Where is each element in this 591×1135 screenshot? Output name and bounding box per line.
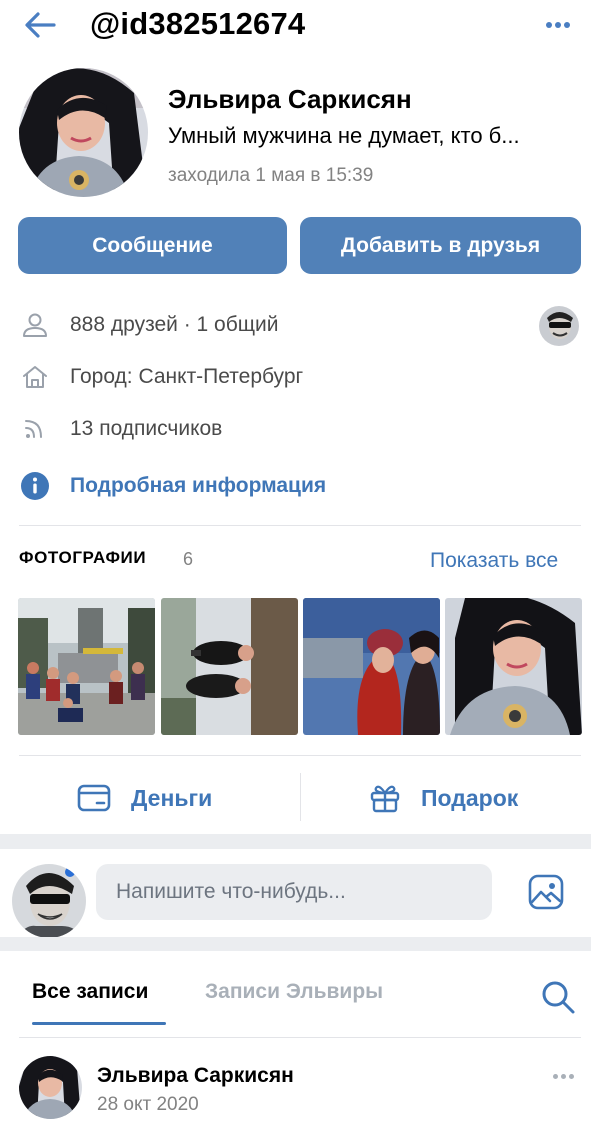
active-tab-indicator <box>32 1022 166 1025</box>
tab-all-posts[interactable]: Все записи <box>32 980 148 1004</box>
photo-thumbnail[interactable] <box>161 598 298 735</box>
section-gap <box>0 937 591 951</box>
section-gap <box>0 834 591 849</box>
wallet-icon <box>77 784 111 812</box>
page-title: @id382512674 <box>90 6 306 41</box>
search-icon <box>542 981 575 1014</box>
photos-count: 6 <box>183 549 194 569</box>
post-author-avatar[interactable] <box>19 1056 82 1119</box>
own-avatar[interactable] <box>12 864 86 938</box>
last-seen: заходила 1 мая в 15:39 <box>168 165 374 186</box>
details-row[interactable]: Подробная информация <box>18 466 326 506</box>
arrow-left-icon <box>25 12 56 38</box>
profile-name: Эльвира Саркисян <box>168 84 412 114</box>
friends-row[interactable]: 888 друзей · 1 общий <box>18 305 279 345</box>
gift-label: Подарок <box>421 784 519 811</box>
more-horizontal-icon <box>546 22 552 28</box>
profile-photo <box>19 68 148 197</box>
friends-count: 888 друзей · 1 общий <box>70 313 279 336</box>
message-button[interactable]: Сообщение <box>18 217 287 274</box>
divider <box>300 773 301 821</box>
back-button[interactable] <box>22 9 58 41</box>
user-icon <box>18 308 52 342</box>
photo-thumbnail[interactable] <box>303 598 440 735</box>
divider <box>19 755 581 756</box>
details-link: Подробная информация <box>70 474 327 497</box>
photos-heading: ФОТОГРАФИИ <box>19 548 147 567</box>
info-icon <box>18 469 52 503</box>
more-horizontal-icon <box>552 1073 558 1079</box>
followers-count: 13 подписчиков <box>70 417 223 440</box>
gift-button[interactable]: Подарок <box>369 770 518 826</box>
add-friend-button[interactable]: Добавить в друзья <box>300 217 581 274</box>
rss-icon <box>18 412 52 446</box>
post-date: 28 окт 2020 <box>97 1094 199 1115</box>
followers-row[interactable]: 13 подписчиков <box>18 409 222 449</box>
tab-own-posts[interactable]: Записи Эльвиры <box>205 980 383 1004</box>
post-composer-input[interactable]: Напишите что-нибудь... <box>96 864 492 920</box>
post-more-button[interactable] <box>545 1067 581 1085</box>
image-icon <box>528 874 564 910</box>
gift-icon <box>370 785 400 813</box>
city-row: Город: Санкт-Петербург <box>18 357 303 397</box>
divider <box>19 525 581 526</box>
photo-thumbnail[interactable] <box>18 598 155 735</box>
profile-status[interactable]: Умный мужчина не думает, кто б... <box>168 123 578 149</box>
money-button[interactable]: Деньги <box>77 770 212 826</box>
post-author-name[interactable]: Эльвира Саркисян <box>97 1064 294 1088</box>
photo-thumbnail[interactable] <box>445 598 582 735</box>
top-bar: @id382512674 <box>0 0 591 50</box>
attach-photo-button[interactable] <box>526 872 566 912</box>
city: Город: Санкт-Петербург <box>70 365 304 388</box>
mutual-friend-avatar[interactable] <box>539 306 579 346</box>
money-label: Деньги <box>131 784 213 811</box>
search-button[interactable] <box>538 977 578 1017</box>
home-icon <box>18 360 52 394</box>
divider <box>19 1037 581 1038</box>
profile-avatar[interactable] <box>19 68 148 197</box>
more-options-button[interactable] <box>540 16 576 34</box>
show-all-photos-link[interactable]: Показать все <box>430 549 558 573</box>
